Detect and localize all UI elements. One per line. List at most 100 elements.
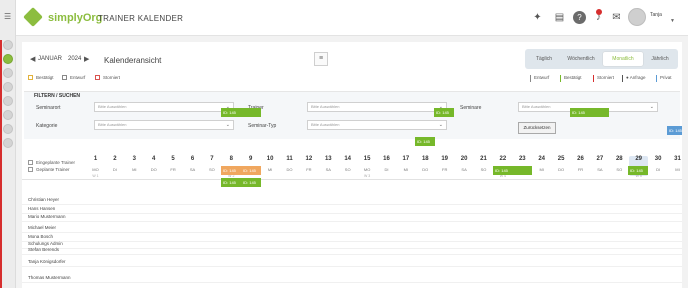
day-number[interactable]: 22 (493, 156, 512, 162)
tab-weekly[interactable]: Wöchentlich (561, 52, 601, 66)
avatar[interactable] (628, 8, 646, 26)
trainer-row-label[interactable]: Thomas Mustermann (28, 275, 71, 280)
day-number[interactable]: 24 (532, 156, 551, 162)
day-number[interactable]: 17 (396, 156, 415, 162)
day-number[interactable]: 8 (222, 156, 241, 162)
day-number[interactable]: 15 (358, 156, 377, 162)
day-weekday: DO (286, 167, 293, 172)
trainer-row-label[interactable]: Stefan Berends (28, 247, 59, 252)
trainer-row-label[interactable]: Schulungs Admin (28, 241, 63, 246)
prev-month-button[interactable]: ◀ (30, 55, 35, 63)
nav-icon-1[interactable] (3, 40, 13, 50)
nav-icon-8[interactable] (3, 138, 13, 148)
trainer-row-label[interactable]: Tanja Königsdorfer (28, 259, 66, 264)
notification-badge (596, 9, 602, 15)
day-number[interactable]: 23 (513, 156, 532, 162)
scheduled-trainers-checkbox[interactable] (28, 167, 33, 172)
day-number[interactable]: 21 (474, 156, 493, 162)
header-separator (22, 179, 682, 180)
bulb-icon[interactable]: ✦ (531, 11, 544, 24)
calendar-event[interactable]: ID: 145 (570, 108, 609, 117)
tab-monthly[interactable]: Monatlich (603, 52, 643, 66)
day-number[interactable]: 31 (668, 156, 687, 162)
month-label: JANUAR (38, 56, 63, 62)
day-number[interactable]: 18 (416, 156, 435, 162)
calendar-event[interactable]: ID: 145 (434, 108, 454, 117)
calendar-event[interactable]: ID: 145 (493, 166, 532, 175)
day-number[interactable]: 13 (319, 156, 338, 162)
tab-daily[interactable]: Täglich (529, 52, 559, 66)
calendar-event[interactable]: ID: 145 (221, 178, 241, 187)
user-name[interactable]: Tanja (650, 12, 662, 18)
nav-icon-6[interactable] (3, 110, 13, 120)
day-number[interactable]: 12 (299, 156, 318, 162)
calendar-event[interactable]: ID: 145 (667, 126, 682, 135)
seminar-type-select[interactable]: Bitte Auswählen ⌄ (307, 120, 447, 130)
day-number[interactable]: 2 (105, 156, 124, 162)
day-weekday: MI (267, 167, 273, 172)
day-number[interactable]: 27 (590, 156, 609, 162)
nav-icon-5[interactable] (3, 96, 13, 106)
day-number[interactable]: 25 (552, 156, 571, 162)
mail-icon[interactable]: ✉ (610, 11, 623, 24)
calendar-event[interactable]: ID: 145 (221, 108, 261, 117)
trainer-row-label[interactable]: Mario Mustermann (28, 214, 66, 219)
day-number[interactable]: 10 (261, 156, 280, 162)
menu-icon[interactable]: ☰ (4, 13, 11, 21)
page-title: TRAINER KALENDER (98, 14, 184, 23)
status-cancelled-checkbox[interactable] (95, 75, 100, 80)
reset-button[interactable]: Zurücksetzen (518, 122, 556, 134)
legend-confirmed-swatch (560, 75, 561, 82)
trainer-row-label[interactable]: Michael Meier (28, 225, 56, 230)
legend-request-swatch (622, 75, 623, 82)
nav-icon-2[interactable] (3, 54, 13, 64)
status-draft-checkbox[interactable] (62, 75, 67, 80)
day-number[interactable]: 29 (629, 156, 648, 162)
day-number[interactable]: 9 (241, 156, 260, 162)
day-number[interactable]: 1 (86, 156, 105, 162)
calendar-event[interactable]: ID: 145 (241, 166, 261, 175)
trainer-row-label[interactable]: Hans Hansen (28, 206, 55, 211)
planned-trainers-checkbox[interactable] (28, 160, 33, 165)
category-select[interactable]: Bitte Auswählen ⌄ (94, 120, 234, 130)
nav-icon-4[interactable] (3, 82, 13, 92)
calendar-event[interactable]: ID: 145 (628, 166, 648, 175)
trainer-select[interactable]: Bitte Auswählen ⌄ (307, 102, 447, 112)
day-number[interactable]: 5 (164, 156, 183, 162)
view-menu-button[interactable]: ≡ (314, 52, 328, 66)
trainer-row-label[interactable]: Christian Heyer (28, 197, 59, 202)
day-weekday: SO (480, 167, 487, 172)
trainer-row-label[interactable]: Mona Bosch (28, 234, 53, 239)
day-number[interactable]: 14 (338, 156, 357, 162)
day-number[interactable]: 6 (183, 156, 202, 162)
day-number[interactable]: 4 (144, 156, 163, 162)
day-weekday: FR (577, 167, 584, 172)
calendar-grid: Eingeplante Trainer Geplante Trainer 1 MO… (22, 108, 682, 288)
calendar-event[interactable]: ID: 145 (221, 166, 241, 175)
location-select[interactable]: Bitte Auswählen ⌄ (94, 102, 234, 112)
scheduled-trainers-label: Geplante Trainer (36, 167, 70, 172)
day-number[interactable]: 11 (280, 156, 299, 162)
filter-seminar-label: Seminare (460, 105, 482, 111)
tab-yearly[interactable]: Jährlich (645, 52, 675, 66)
book-icon[interactable]: ▤ (553, 11, 566, 24)
help-icon[interactable]: ? (573, 11, 586, 24)
nav-icon-3[interactable] (3, 68, 13, 78)
day-weekday: MO (92, 167, 99, 172)
calendar-event[interactable]: ID: 145 (415, 137, 435, 146)
day-number[interactable]: 30 (649, 156, 668, 162)
day-number[interactable]: 16 (377, 156, 396, 162)
day-number[interactable]: 20 (455, 156, 474, 162)
day-number[interactable]: 3 (125, 156, 144, 162)
status-confirmed-checkbox[interactable] (28, 75, 33, 80)
day-number[interactable]: 28 (610, 156, 629, 162)
row-divider (22, 204, 682, 205)
calendar-week: W 3 (363, 174, 371, 178)
nav-icon-7[interactable] (3, 124, 13, 134)
chevron-down-icon[interactable]: ▼ (670, 18, 675, 24)
day-number[interactable]: 19 (435, 156, 454, 162)
day-number[interactable]: 26 (571, 156, 590, 162)
calendar-event[interactable]: ID: 145 (241, 178, 261, 187)
day-number[interactable]: 7 (202, 156, 221, 162)
next-month-button[interactable]: ▶ (84, 55, 89, 63)
